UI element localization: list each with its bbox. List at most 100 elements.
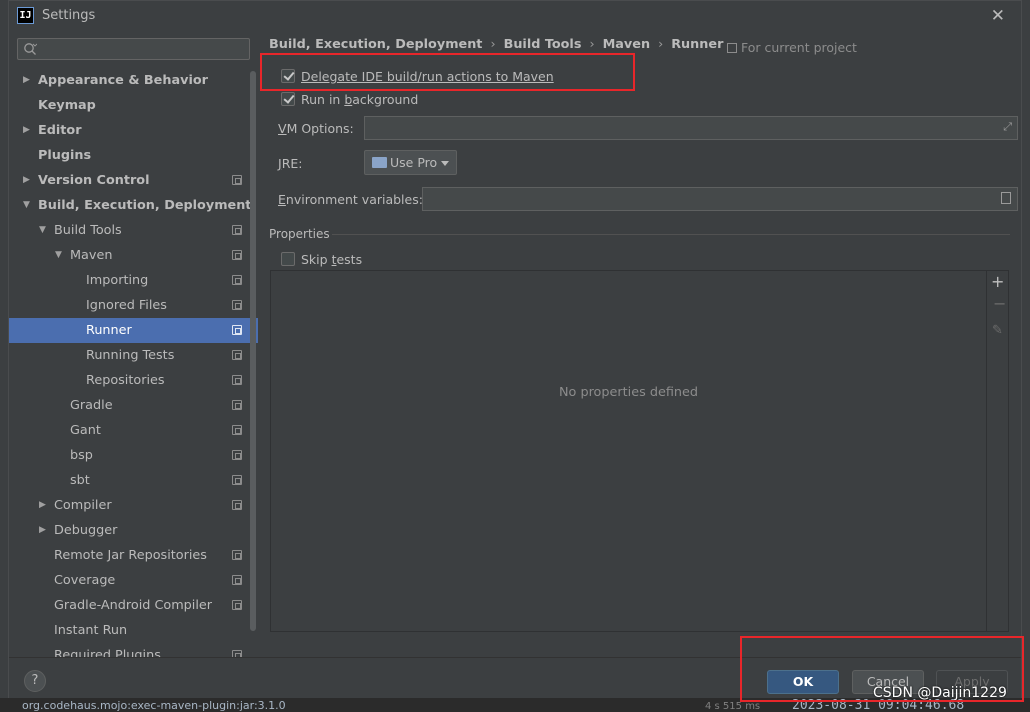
project-scope-icon <box>232 325 242 335</box>
settings-tree: ▶ Appearance & Behavior Keymap ▶ Editor Plugi… <box>9 68 258 657</box>
sidebar-item-running-tests[interactable]: Running Tests <box>9 343 258 368</box>
document-icon[interactable] <box>1001 192 1011 204</box>
sidebar-scrollbar[interactable] <box>250 71 256 631</box>
sidebar-item-label: Remote Jar Repositories <box>54 548 207 563</box>
label-part: nvironment variables: <box>285 192 423 207</box>
sidebar-item-compiler[interactable]: ▶ Compiler <box>9 493 258 518</box>
chevron-down-icon[interactable]: ▼ <box>39 218 49 243</box>
project-scope-icon <box>232 425 242 435</box>
sidebar-item-gradle-android-compiler[interactable]: Gradle-Android Compiler <box>9 593 258 618</box>
expand-icon[interactable]: ⤢ <box>1003 120 1012 134</box>
sidebar-item-label: Compiler <box>54 498 112 513</box>
sidebar-item-label: Gant <box>70 423 101 438</box>
sidebar-item-plugins[interactable]: Plugins <box>9 143 258 168</box>
sidebar-item-sbt[interactable]: sbt <box>9 468 258 493</box>
folder-icon <box>372 157 387 168</box>
run-in-background-checkbox[interactable] <box>281 92 295 106</box>
label-part: Run in <box>301 92 345 107</box>
sidebar-item-label: Editor <box>38 123 82 138</box>
close-icon[interactable]: ✕ <box>991 6 1005 26</box>
skip-tests-label[interactable]: Skip tests <box>301 252 362 267</box>
chevron-right-icon[interactable]: ▶ <box>39 518 49 543</box>
title-bar: IJ Settings ✕ <box>9 1 1021 31</box>
project-scope-icon <box>232 650 242 657</box>
remove-icon[interactable]: − <box>993 294 1006 313</box>
sidebar-item-required-plugins[interactable]: Required Plugins <box>9 643 258 657</box>
add-icon[interactable]: + <box>991 272 1004 291</box>
sidebar-item-label: Required Plugins <box>54 648 161 657</box>
breadcrumb-separator: › <box>589 37 595 52</box>
sidebar-item-importing[interactable]: Importing <box>9 268 258 293</box>
background-ide-left-edge <box>0 0 8 712</box>
sidebar-item-label: sbt <box>70 473 90 488</box>
sidebar-item-label: Importing <box>86 273 149 288</box>
project-scope-icon <box>232 575 242 585</box>
project-scope-icon <box>232 375 242 385</box>
sidebar-item-ignored-files[interactable]: Ignored Files <box>9 293 258 318</box>
sidebar-item-appearance-behavior[interactable]: ▶ Appearance & Behavior <box>9 68 258 93</box>
chevron-right-icon[interactable]: ▶ <box>23 118 33 143</box>
chevron-right-icon[interactable]: ▶ <box>39 493 49 518</box>
background-ide-duration: 4 s 515 ms <box>705 701 761 712</box>
label-mnemonic: E <box>278 192 286 207</box>
sidebar-item-keymap[interactable]: Keymap <box>9 93 258 118</box>
properties-toolbar: + − ✎ <box>987 270 1009 632</box>
settings-search-input[interactable] <box>17 38 250 60</box>
sidebar-item-instant-run[interactable]: Instant Run <box>9 618 258 643</box>
sidebar-item-editor[interactable]: ▶ Editor <box>9 118 258 143</box>
chevron-right-icon[interactable]: ▶ <box>23 68 33 93</box>
breadcrumb-item: Maven <box>602 37 651 52</box>
jre-label: JRE: <box>278 156 302 171</box>
scope-hint: For current project <box>727 40 857 55</box>
breadcrumb: Build, Execution, Deployment › Build Tools… <box>269 37 723 52</box>
project-scope-icon <box>232 275 242 285</box>
project-scope-icon <box>232 550 242 560</box>
sidebar-item-build-execution-deployment[interactable]: ▼ Build, Execution, Deployment <box>9 193 258 218</box>
properties-table[interactable]: No properties defined <box>270 270 987 632</box>
sidebar-item-debugger[interactable]: ▶ Debugger <box>9 518 258 543</box>
sidebar-item-build-tools[interactable]: ▼ Build Tools <box>9 218 258 243</box>
sidebar-item-runner[interactable]: Runner <box>9 318 258 343</box>
label-part: ackground <box>352 92 419 107</box>
sidebar-item-coverage[interactable]: Coverage <box>9 568 258 593</box>
sidebar-item-label: Keymap <box>38 98 96 113</box>
label-mnemonic: V <box>278 121 287 136</box>
breadcrumb-separator: › <box>658 37 664 52</box>
vm-options-field[interactable]: ⤢ <box>364 116 1018 140</box>
sidebar-item-label: Plugins <box>38 148 92 163</box>
project-scope-icon <box>232 400 242 410</box>
sidebar-item-label: Appearance & Behavior <box>38 73 208 88</box>
chevron-down-icon[interactable]: ▼ <box>23 193 33 218</box>
sidebar-item-maven[interactable]: ▼ Maven <box>9 243 258 268</box>
search-icon <box>24 43 37 55</box>
environment-variables-field[interactable] <box>422 187 1018 211</box>
help-button[interactable]: ? <box>24 670 46 692</box>
annotation-box-delegate <box>260 53 635 91</box>
chevron-right-icon[interactable]: ▶ <box>23 168 33 193</box>
sidebar-item-label: Version Control <box>38 173 150 188</box>
runner-settings-panel: Build, Execution, Deployment › Build Tools… <box>259 31 1021 657</box>
sidebar-item-label: Gradle-Android Compiler <box>54 598 213 613</box>
sidebar-item-remote-jar-repositories[interactable]: Remote Jar Repositories <box>9 543 258 568</box>
sidebar-item-label: Build, Execution, Deployment <box>38 198 252 213</box>
sidebar-item-repositories[interactable]: Repositories <box>9 368 258 393</box>
sidebar-item-gradle[interactable]: Gradle <box>9 393 258 418</box>
run-in-background-label[interactable]: Run in background <box>301 92 418 107</box>
intellij-idea-icon: IJ <box>17 7 34 24</box>
sidebar-item-bsp[interactable]: bsp <box>9 443 258 468</box>
edit-icon[interactable]: ✎ <box>992 323 1003 338</box>
sidebar-item-gant[interactable]: Gant <box>9 418 258 443</box>
skip-tests-checkbox[interactable] <box>281 252 295 266</box>
chevron-down-icon[interactable]: ▼ <box>55 243 65 268</box>
project-scope-icon <box>727 43 737 53</box>
sidebar-item-version-control[interactable]: ▶ Version Control <box>9 168 258 193</box>
jre-dropdown[interactable]: Use Pro <box>364 150 457 175</box>
project-scope-icon <box>232 600 242 610</box>
sidebar-item-label: Gradle <box>70 398 113 413</box>
project-scope-icon <box>232 450 242 460</box>
scope-label: For current project <box>741 40 857 55</box>
sidebar-item-label: Running Tests <box>86 348 175 363</box>
project-scope-icon <box>232 300 242 310</box>
sidebar-item-label: bsp <box>70 448 93 463</box>
background-ide-right-edge <box>1022 0 1030 712</box>
